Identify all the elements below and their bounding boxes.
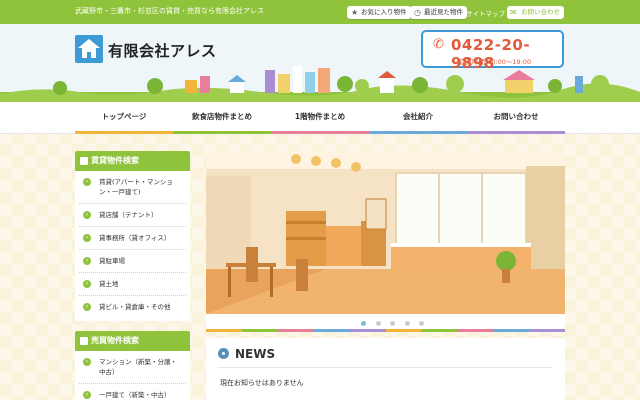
chevron-right-icon: › — [83, 303, 91, 311]
chevron-right-icon: › — [83, 358, 91, 366]
chevron-right-icon: › — [83, 178, 91, 186]
chevron-right-icon: › — [83, 234, 91, 242]
site-tagline: 武蔵野市・三鷹市・杉並区の賃貸・売買なら有限会社アレス — [75, 7, 264, 15]
recent-viewed-button[interactable]: ◷ 最近見た物件 — [410, 6, 467, 19]
phone-number[interactable]: 0422-20-9898 — [451, 36, 562, 72]
nav-label: 飲食店物件まとめ — [192, 112, 252, 121]
sidebar-item-sale-mansion[interactable]: › マンション（新築・分譲・中古） — [79, 351, 186, 384]
sale-search-heading: 売買物件検索 — [75, 331, 190, 351]
slider-pagination — [361, 319, 431, 328]
recent-viewed-label: 最近見た物件 — [424, 8, 463, 16]
sidebar-item-sale-house[interactable]: › 一戸建て（新築・中古） — [79, 384, 186, 400]
slider-dot[interactable] — [390, 321, 396, 326]
rental-search-panel: 賃貸物件検索 › 賃貸(アパート・マンション・一戸建て) › 貸店舗（テナント）… — [75, 151, 190, 321]
news-message: 現在お知らせはありません — [220, 379, 304, 387]
star-icon: ★ — [351, 8, 359, 17]
news-bullet-icon — [218, 348, 229, 359]
slider-dot[interactable] — [419, 321, 425, 326]
chevron-right-icon: › — [83, 257, 91, 265]
nav-item-first-floor[interactable]: 1階物件まとめ — [271, 102, 369, 134]
slider-dot[interactable] — [361, 321, 366, 326]
slider-dot[interactable] — [375, 321, 381, 326]
clock-icon: ◷ — [414, 8, 421, 17]
heading-square-icon — [80, 337, 88, 345]
sidebar-item-rental-parking[interactable]: › 貸駐車場 — [79, 250, 186, 273]
nav-label: 会社紹介 — [403, 112, 433, 121]
sitemap-link[interactable]: サイトマップ — [466, 8, 505, 18]
favorites-label: お気に入り物件 — [361, 8, 407, 16]
nav-item-contact[interactable]: お問い合わせ — [467, 102, 565, 134]
news-divider — [218, 367, 553, 368]
sidebar-item-rental-residence[interactable]: › 賃貸(アパート・マンション・一戸建て) — [79, 171, 186, 204]
nav-item-company[interactable]: 会社紹介 — [369, 102, 467, 134]
slider-dot[interactable] — [404, 321, 410, 326]
interior-photo — [206, 151, 565, 314]
rental-search-heading: 賃貸物件検索 — [75, 151, 190, 171]
nav-label: お問い合わせ — [493, 112, 539, 121]
chevron-right-icon: › — [83, 280, 91, 288]
news-title: NEWS — [235, 347, 276, 361]
nav-item-restaurant[interactable]: 飲食店物件まとめ — [173, 102, 271, 134]
business-hours: 営業時間/10:00〜19:00 — [459, 58, 532, 66]
heading-square-icon — [80, 157, 88, 165]
favorites-button[interactable]: ★ お気に入り物件 — [347, 6, 411, 19]
sidebar-item-rental-store[interactable]: › 貸店舗（テナント） — [79, 204, 186, 227]
image-slider[interactable] — [206, 151, 566, 332]
rainbow-divider — [206, 329, 566, 332]
sidebar-item-rental-land[interactable]: › 貸土地 — [79, 273, 186, 296]
sidebar-item-rental-building[interactable]: › 貸ビル・貸倉庫・その他 — [79, 296, 186, 318]
company-name[interactable]: 有限会社アレス — [108, 40, 217, 61]
nav-label: トップページ — [101, 112, 147, 121]
news-section: NEWS 現在お知らせはありません — [206, 338, 565, 400]
site-header: 有限会社アレス ✆ 0422-20-9898 営業時間/10:00〜19:00 — [0, 24, 640, 104]
contact-top-label: お問い合わせ — [521, 8, 560, 16]
nav-label: 1階物件まとめ — [294, 112, 346, 121]
chevron-right-icon: › — [83, 211, 91, 219]
global-nav: トップページ 飲食店物件まとめ 1階物件まとめ 会社紹介 お問い合わせ — [0, 102, 640, 134]
sale-search-panel: 売買物件検索 › マンション（新築・分譲・中古） › 一戸建て（新築・中古） — [75, 331, 190, 400]
mail-icon: ✉ — [510, 8, 517, 17]
house-logo-icon[interactable] — [75, 35, 103, 63]
contact-top-button[interactable]: ✉ お問い合わせ — [507, 6, 564, 19]
nav-item-top[interactable]: トップページ — [75, 102, 173, 134]
chevron-right-icon: › — [83, 391, 91, 399]
top-bar: 武蔵野市・三鷹市・杉並区の賃貸・売買なら有限会社アレス ★ お気に入り物件 ◷ … — [0, 0, 640, 24]
phone-box: ✆ 0422-20-9898 営業時間/10:00〜19:00 — [421, 30, 564, 72]
phone-icon: ✆ — [433, 37, 444, 52]
sidebar-item-rental-office[interactable]: › 貸事務所（貸オフィス） — [79, 227, 186, 250]
